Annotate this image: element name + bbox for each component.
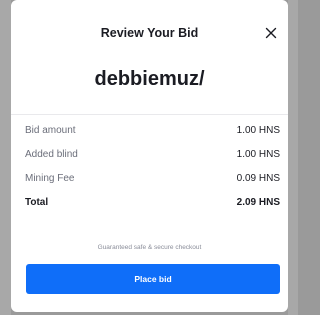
row-value: 1.00 HNS <box>236 125 280 136</box>
divider <box>11 114 288 115</box>
row-value: 0.09 HNS <box>236 173 280 184</box>
row-label: Added blind <box>25 149 78 160</box>
close-button[interactable] <box>263 25 279 41</box>
backdrop-left[interactable] <box>0 0 11 315</box>
row-label: Bid amount <box>25 125 76 136</box>
domain-name: debbiemuz/ <box>94 68 205 90</box>
modal-title: Review Your Bid <box>100 26 199 40</box>
summary-row-added-blind: Added blind 1.00 HNS <box>25 148 280 162</box>
summary-row-mining-fee: Mining Fee 0.09 HNS <box>25 172 280 186</box>
row-label: Mining Fee <box>25 173 75 184</box>
backdrop-right[interactable] <box>288 0 298 315</box>
guarantee-text: Guaranteed safe & secure checkout <box>97 244 202 251</box>
close-icon <box>265 27 277 39</box>
row-value: 1.00 HNS <box>236 149 280 160</box>
place-bid-button[interactable]: Place bid <box>26 264 280 294</box>
summary-row-total: Total 2.09 HNS <box>25 196 280 210</box>
summary-row-bid-amount: Bid amount 1.00 HNS <box>25 124 280 138</box>
total-value: 2.09 HNS <box>236 197 280 208</box>
review-bid-modal: Review Your Bid debbiemuz/ Bid amount 1.… <box>11 0 288 312</box>
total-label: Total <box>25 197 49 208</box>
